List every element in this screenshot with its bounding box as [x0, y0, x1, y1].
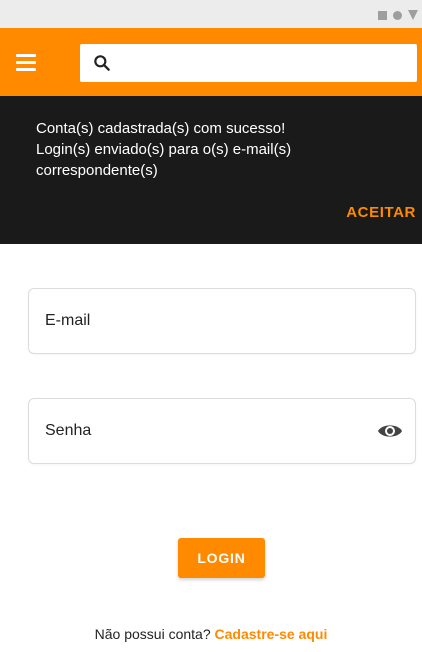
email-field-container	[28, 288, 416, 354]
status-icons	[378, 9, 418, 21]
status-square-icon	[378, 10, 387, 20]
accept-button[interactable]: ACEITAR	[346, 204, 416, 221]
snackbar-message: Conta(s) cadastrada(s) com sucesso! Logi…	[36, 120, 292, 179]
email-field[interactable]	[45, 289, 365, 353]
password-field[interactable]	[45, 399, 365, 463]
search-box[interactable]	[80, 44, 417, 82]
app-bar	[0, 28, 422, 96]
status-triangle-icon	[408, 10, 418, 20]
eye-icon[interactable]	[377, 420, 403, 442]
hamburger-menu-icon[interactable]	[16, 50, 42, 74]
status-circle-icon	[393, 10, 402, 20]
snackbar: Conta(s) cadastrada(s) com sucesso! Logi…	[0, 96, 422, 244]
search-input[interactable]	[124, 44, 409, 82]
signup-row: Não possui conta? Cadastre-se aqui	[0, 626, 422, 642]
search-icon	[94, 55, 110, 71]
status-bar	[0, 0, 422, 28]
signup-link[interactable]: Cadastre-se aqui	[215, 626, 328, 642]
password-field-container	[28, 398, 416, 464]
signup-prompt: Não possui conta?	[94, 626, 211, 642]
login-button[interactable]: LOGIN	[178, 538, 265, 578]
